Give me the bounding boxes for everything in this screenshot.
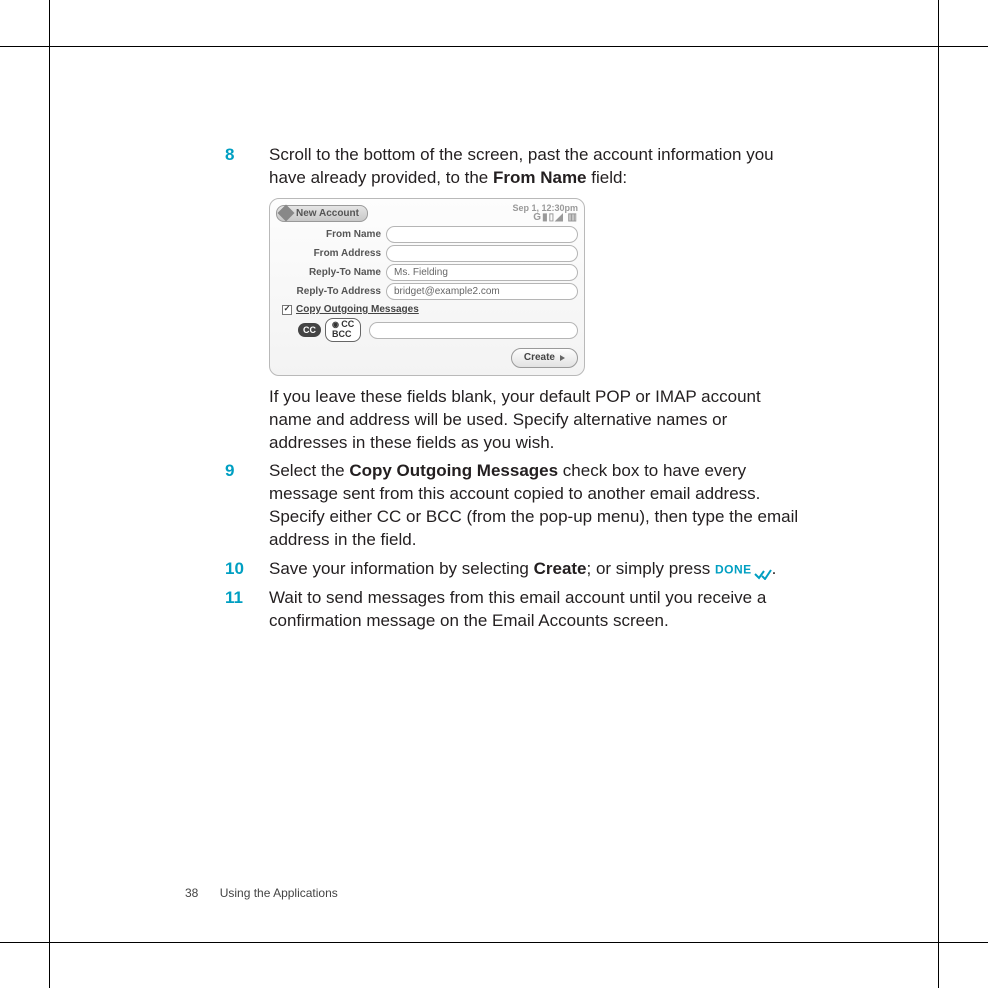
- create-button[interactable]: Create: [511, 348, 578, 368]
- copy-outgoing-label: Copy Outgoing Messages: [296, 303, 419, 317]
- cc-row: CC CC BCC: [298, 318, 578, 342]
- step-body: Wait to send messages from this email ac…: [269, 587, 805, 633]
- from-address-input[interactable]: [386, 245, 578, 262]
- reply-to-name-input[interactable]: Ms. Fielding: [386, 264, 578, 281]
- cc-address-input[interactable]: [369, 322, 578, 339]
- text: Wait to send messages from this email ac…: [269, 588, 766, 630]
- step-11: 11 Wait to send messages from this email…: [225, 587, 805, 633]
- bold: Create: [534, 559, 587, 578]
- step-number: 10: [225, 558, 269, 581]
- window-title: New Account: [276, 205, 368, 223]
- text: Select the: [269, 461, 349, 480]
- crop-mark-top: [0, 46, 988, 47]
- copy-outgoing-checkbox[interactable]: ✓: [282, 305, 292, 315]
- step-number: 11: [225, 587, 269, 633]
- section-title: Using the Applications: [220, 886, 338, 900]
- create-label: Create: [524, 351, 555, 365]
- from-name-label: From Name: [276, 228, 386, 242]
- cc-bcc-popup[interactable]: CC BCC: [325, 318, 361, 342]
- done-label: DONE: [715, 563, 752, 577]
- diamond-icon: [278, 205, 295, 222]
- done-check-icon: [754, 564, 772, 576]
- from-name-row: From Name: [276, 226, 578, 243]
- title-text: New Account: [296, 207, 359, 221]
- bcc-option[interactable]: BCC: [332, 330, 354, 340]
- text: If you leave these fields blank, your de…: [269, 387, 761, 452]
- step-body: Scroll to the bottom of the screen, past…: [269, 144, 805, 454]
- copy-outgoing-section: ✓ Copy Outgoing Messages: [282, 303, 578, 317]
- step-9: 9 Select the Copy Outgoing Messages chec…: [225, 460, 805, 552]
- crop-mark-bottom: [0, 942, 988, 943]
- step-number: 9: [225, 460, 269, 552]
- crop-mark-right: [938, 0, 939, 988]
- create-row: Create: [276, 348, 578, 368]
- crop-mark-left: [49, 0, 50, 988]
- text: field:: [587, 168, 628, 187]
- step-10: 10 Save your information by selecting Cr…: [225, 558, 805, 581]
- page-number: 38: [185, 886, 198, 900]
- step-number: 8: [225, 144, 269, 454]
- step-body: Save your information by selecting Creat…: [269, 558, 805, 581]
- step-body: Select the Copy Outgoing Messages check …: [269, 460, 805, 552]
- text: Save your information by selecting: [269, 559, 534, 578]
- reply-to-address-label: Reply-To Address: [276, 285, 386, 299]
- from-address-label: From Address: [276, 247, 386, 261]
- from-address-row: From Address: [276, 245, 578, 262]
- cc-pill: CC: [298, 323, 321, 337]
- text: ; or simply press: [587, 559, 715, 578]
- bold: From Name: [493, 168, 587, 187]
- reply-to-address-input[interactable]: bridget@example2.com: [386, 283, 578, 300]
- status-area: Sep 1, 12:30pm G▮▯◢ ▥: [512, 204, 578, 223]
- reply-to-address-row: Reply-To Address bridget@example2.com: [276, 283, 578, 300]
- chevron-right-icon: [560, 355, 565, 361]
- reply-to-name-row: Reply-To Name Ms. Fielding: [276, 264, 578, 281]
- bold: Copy Outgoing Messages: [349, 461, 558, 480]
- page-content: 8 Scroll to the bottom of the screen, pa…: [225, 144, 805, 639]
- text: .: [772, 559, 777, 578]
- reply-to-name-label: Reply-To Name: [276, 266, 386, 280]
- page-footer: 38 Using the Applications: [185, 886, 338, 900]
- device-screenshot: New Account Sep 1, 12:30pm G▮▯◢ ▥ From N…: [269, 198, 585, 376]
- status-icons: G▮▯◢ ▥: [512, 213, 578, 223]
- device-titlebar: New Account Sep 1, 12:30pm G▮▯◢ ▥: [276, 204, 578, 223]
- step-8: 8 Scroll to the bottom of the screen, pa…: [225, 144, 805, 454]
- from-name-input[interactable]: [386, 226, 578, 243]
